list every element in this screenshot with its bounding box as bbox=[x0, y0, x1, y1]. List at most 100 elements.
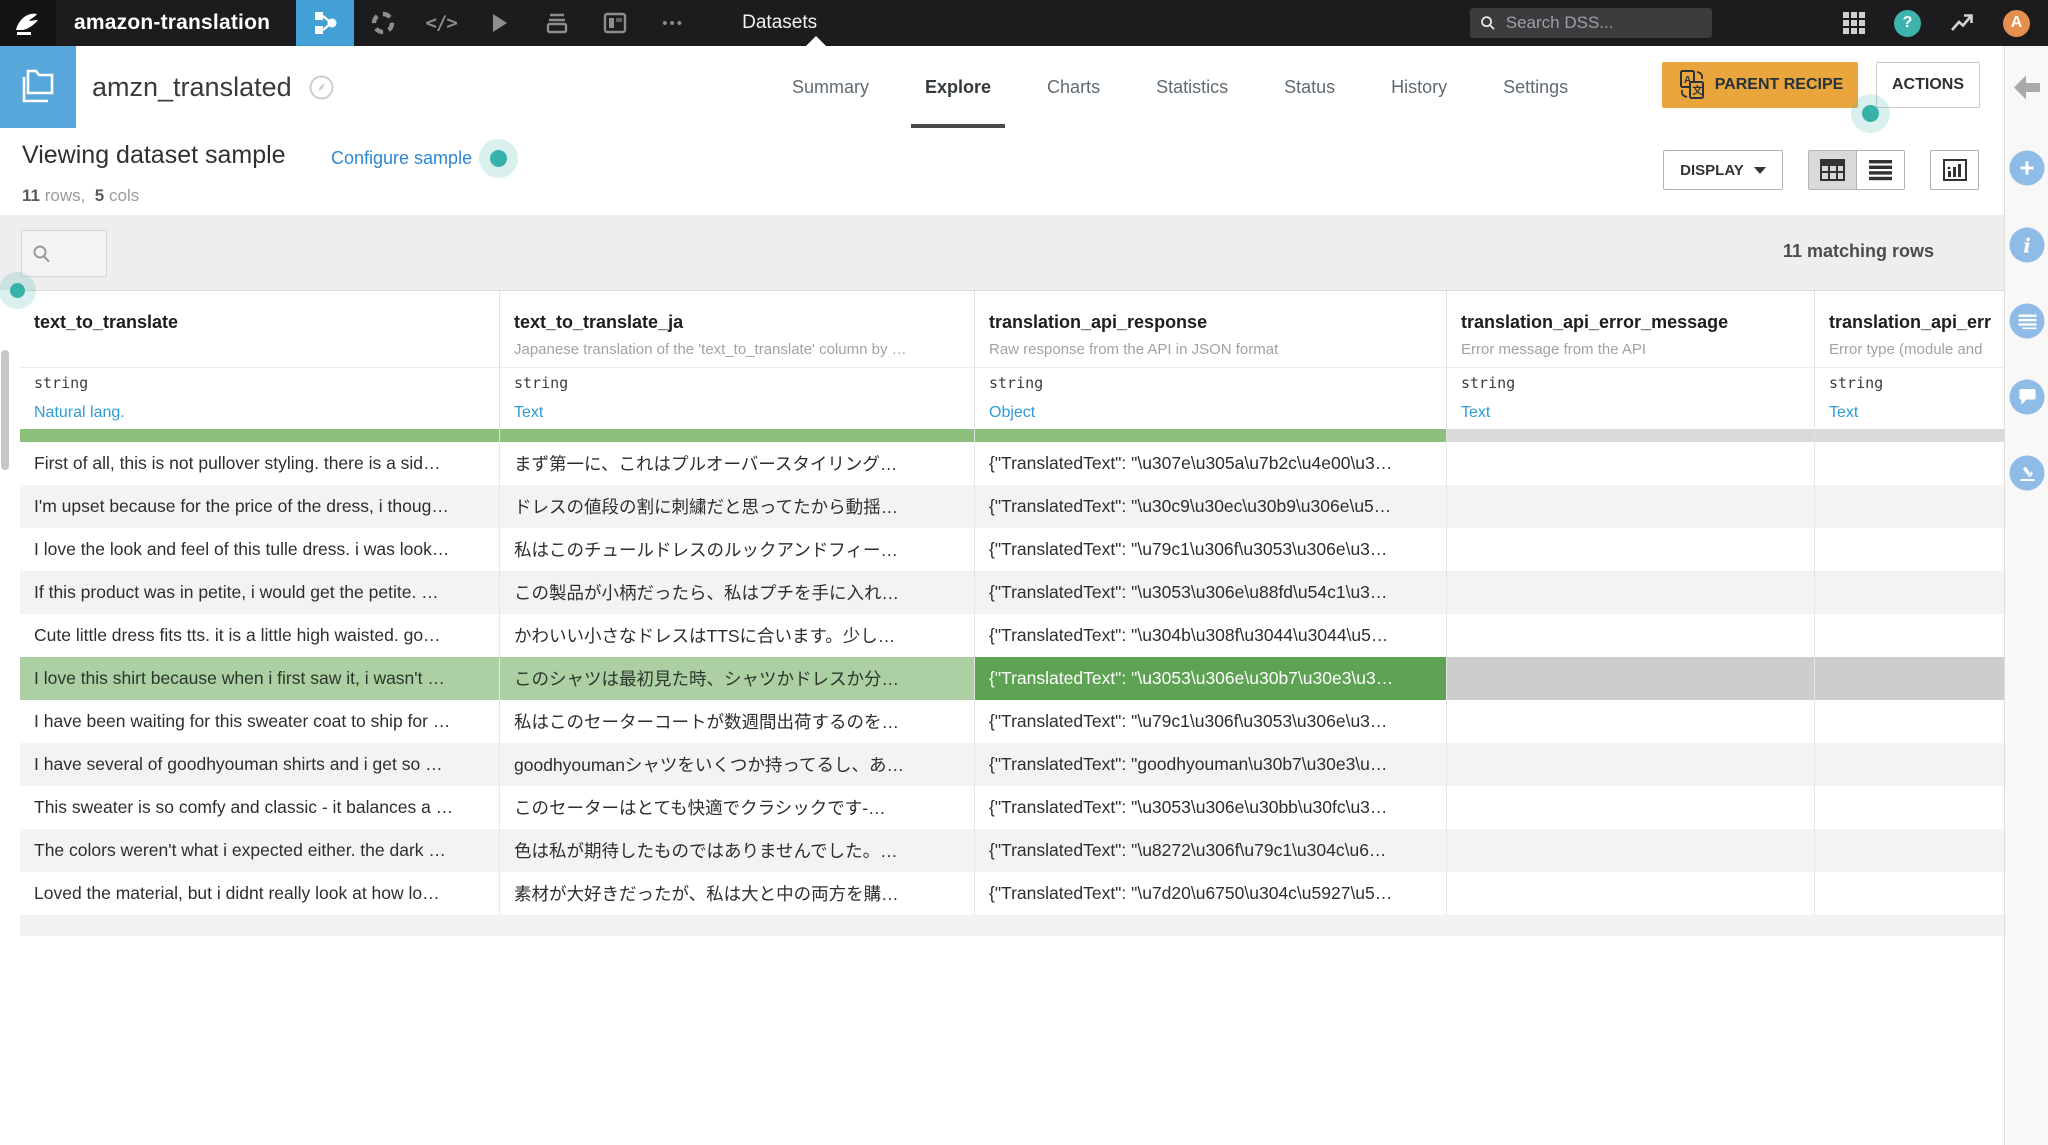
dataiku-logo[interactable] bbox=[0, 0, 56, 46]
dashboard-icon[interactable] bbox=[586, 0, 644, 46]
column-meaning-link[interactable]: Object bbox=[975, 398, 1446, 427]
table-cell[interactable]: まず第一に、これはプルオーバースタイリング… bbox=[500, 442, 975, 485]
display-button[interactable]: DISPLAY bbox=[1663, 150, 1783, 190]
table-cell[interactable] bbox=[1815, 872, 2004, 915]
table-cell[interactable]: ドレスの値段の割に刺繍だと思ってたから動揺… bbox=[500, 485, 975, 528]
table-cell[interactable]: この製品が小柄だったら、私はプチを手に入れ… bbox=[500, 571, 975, 614]
table-cell[interactable]: If this product was in petite, i would g… bbox=[20, 571, 500, 614]
more-menu-icon[interactable]: ••• bbox=[644, 0, 702, 46]
table-cell[interactable] bbox=[1447, 743, 1815, 786]
tab-explore[interactable]: Explore bbox=[925, 46, 991, 128]
table-cell[interactable]: First of all, this is not pullover styli… bbox=[20, 442, 500, 485]
discussions-panel-button[interactable] bbox=[2010, 380, 2045, 415]
tab-charts[interactable]: Charts bbox=[1047, 46, 1100, 128]
column-header[interactable]: translation_api_responseRaw response fro… bbox=[975, 291, 1447, 442]
tab-statistics[interactable]: Statistics bbox=[1156, 46, 1228, 128]
column-meaning-link[interactable]: Text bbox=[1447, 398, 1814, 427]
user-avatar[interactable]: A bbox=[2003, 10, 2030, 37]
flow-icon[interactable] bbox=[296, 0, 354, 46]
table-cell[interactable] bbox=[1447, 786, 1815, 829]
table-cell[interactable] bbox=[1815, 614, 2004, 657]
add-panel-button[interactable]: + bbox=[2010, 151, 2045, 186]
column-meaning-link[interactable]: Text bbox=[500, 398, 974, 427]
search-input[interactable] bbox=[1504, 12, 1702, 34]
table-cell[interactable] bbox=[1447, 657, 1815, 700]
run-icon[interactable] bbox=[470, 0, 528, 46]
analyze-chart-button[interactable] bbox=[1930, 150, 1979, 190]
table-cell[interactable]: 私はこのセーターコートが数週間出荷するのを… bbox=[500, 700, 975, 743]
project-name[interactable]: amazon-translation bbox=[74, 11, 270, 35]
tour-dot-actions[interactable] bbox=[1862, 105, 1879, 122]
column-header[interactable]: text_to_translatestringNatural lang. bbox=[20, 291, 500, 442]
table-cell[interactable] bbox=[1447, 700, 1815, 743]
table-cell[interactable] bbox=[1447, 528, 1815, 571]
table-cell[interactable]: The colors weren't what i expected eithe… bbox=[20, 829, 500, 872]
table-cell[interactable] bbox=[1447, 872, 1815, 915]
table-cell[interactable]: {"TranslatedText": "\u8272\u306f\u79c1\u… bbox=[975, 829, 1447, 872]
column-header[interactable]: translation_api_errError type (module an… bbox=[1815, 291, 2004, 442]
table-cell[interactable]: {"TranslatedText": "goodhyouman\u30b7\u3… bbox=[975, 743, 1447, 786]
table-cell[interactable]: I'm upset because for the price of the d… bbox=[20, 485, 500, 528]
column-meaning-link[interactable]: Text bbox=[1815, 398, 2004, 427]
table-cell[interactable]: Cute little dress fits tts. it is a litt… bbox=[20, 614, 500, 657]
table-cell[interactable]: I have been waiting for this sweater coa… bbox=[20, 700, 500, 743]
table-cell[interactable]: I have several of goodhyouman shirts and… bbox=[20, 743, 500, 786]
table-cell[interactable]: {"TranslatedText": "\u79c1\u306f\u3053\u… bbox=[975, 700, 1447, 743]
tour-dot-configure-sample[interactable] bbox=[490, 150, 507, 167]
table-cell[interactable]: {"TranslatedText": "\u3053\u306e\u88fd\u… bbox=[975, 571, 1447, 614]
table-cell[interactable] bbox=[1447, 442, 1815, 485]
jobs-icon[interactable] bbox=[528, 0, 586, 46]
tour-dot-table[interactable] bbox=[10, 283, 25, 298]
tab-settings[interactable]: Settings bbox=[1503, 46, 1568, 128]
schema-panel-button[interactable] bbox=[2010, 304, 2045, 339]
table-cell[interactable]: {"TranslatedText": "\u79c1\u306f\u3053\u… bbox=[975, 528, 1447, 571]
table-cell[interactable] bbox=[1447, 829, 1815, 872]
table-cell[interactable] bbox=[1815, 657, 2004, 700]
table-cell[interactable]: {"TranslatedText": "\u304b\u308f\u3044\u… bbox=[975, 614, 1447, 657]
column-meaning-link[interactable]: Natural lang. bbox=[20, 398, 499, 427]
table-search-box[interactable] bbox=[21, 230, 107, 277]
table-cell[interactable] bbox=[1815, 528, 2004, 571]
navigate-compass-icon[interactable] bbox=[308, 74, 335, 101]
help-icon[interactable]: ? bbox=[1894, 10, 1921, 37]
table-cell[interactable] bbox=[1815, 700, 2004, 743]
table-cell[interactable]: 私はこのチュールドレスのルックアンドフィー… bbox=[500, 528, 975, 571]
table-cell[interactable] bbox=[1447, 614, 1815, 657]
collapse-panel-button[interactable] bbox=[2012, 75, 2042, 106]
details-panel-button[interactable]: i bbox=[2010, 228, 2045, 263]
table-cell[interactable] bbox=[1815, 485, 2004, 528]
dataset-type-tile[interactable] bbox=[0, 46, 76, 128]
parent-recipe-button[interactable]: A 文 PARENT RECIPE bbox=[1662, 62, 1858, 108]
column-name[interactable]: translation_api_err bbox=[1815, 291, 2004, 335]
table-cell[interactable]: 素材が大好きだったが、私は大と中の両方を購… bbox=[500, 872, 975, 915]
actions-button[interactable]: ACTIONS bbox=[1876, 62, 1980, 108]
table-cell[interactable]: I love this shirt because when i first s… bbox=[20, 657, 500, 700]
column-header[interactable]: translation_api_error_messageError messa… bbox=[1447, 291, 1815, 442]
table-cell[interactable]: {"TranslatedText": "\u7d20\u6750\u304c\u… bbox=[975, 872, 1447, 915]
column-header[interactable]: text_to_translate_jaJapanese translation… bbox=[500, 291, 975, 442]
tab-history[interactable]: History bbox=[1391, 46, 1447, 128]
table-cell[interactable] bbox=[1815, 743, 2004, 786]
table-cell[interactable]: かわいい小さなドレスはTTSに合います。少し… bbox=[500, 614, 975, 657]
nav-current-datasets[interactable]: Datasets bbox=[742, 12, 817, 34]
trend-arrow-icon[interactable] bbox=[1949, 10, 1975, 36]
table-cell[interactable]: {"TranslatedText": "\u30c9\u30ec\u30b9\u… bbox=[975, 485, 1447, 528]
code-icon[interactable]: </> bbox=[412, 0, 470, 46]
tab-summary[interactable]: Summary bbox=[792, 46, 869, 128]
column-name[interactable]: text_to_translate bbox=[20, 291, 499, 335]
table-cell[interactable]: 色は私が期待したものではありませんでした。… bbox=[500, 829, 975, 872]
table-cell[interactable] bbox=[1815, 786, 2004, 829]
column-name[interactable]: translation_api_error_message bbox=[1447, 291, 1814, 335]
table-cell[interactable]: このセーターはとても快適でクラシックです-… bbox=[500, 786, 975, 829]
table-cell[interactable] bbox=[1447, 571, 1815, 614]
column-name[interactable]: text_to_translate_ja bbox=[500, 291, 974, 335]
table-cell[interactable]: Loved the material, but i didnt really l… bbox=[20, 872, 500, 915]
table-cell[interactable]: goodhyoumanシャツをいくつか持ってるし、あ… bbox=[500, 743, 975, 786]
table-cell[interactable]: このシャツは最初見た時、シャツかドレスか分… bbox=[500, 657, 975, 700]
lab-icon[interactable] bbox=[354, 0, 412, 46]
lab-panel-button[interactable] bbox=[2010, 456, 2045, 491]
vertical-scrollbar[interactable] bbox=[1, 350, 9, 470]
table-cell[interactable]: {"TranslatedText": "\u307e\u305a\u7b2c\u… bbox=[975, 442, 1447, 485]
table-cell[interactable] bbox=[1815, 442, 2004, 485]
table-cell[interactable]: I love the look and feel of this tulle d… bbox=[20, 528, 500, 571]
